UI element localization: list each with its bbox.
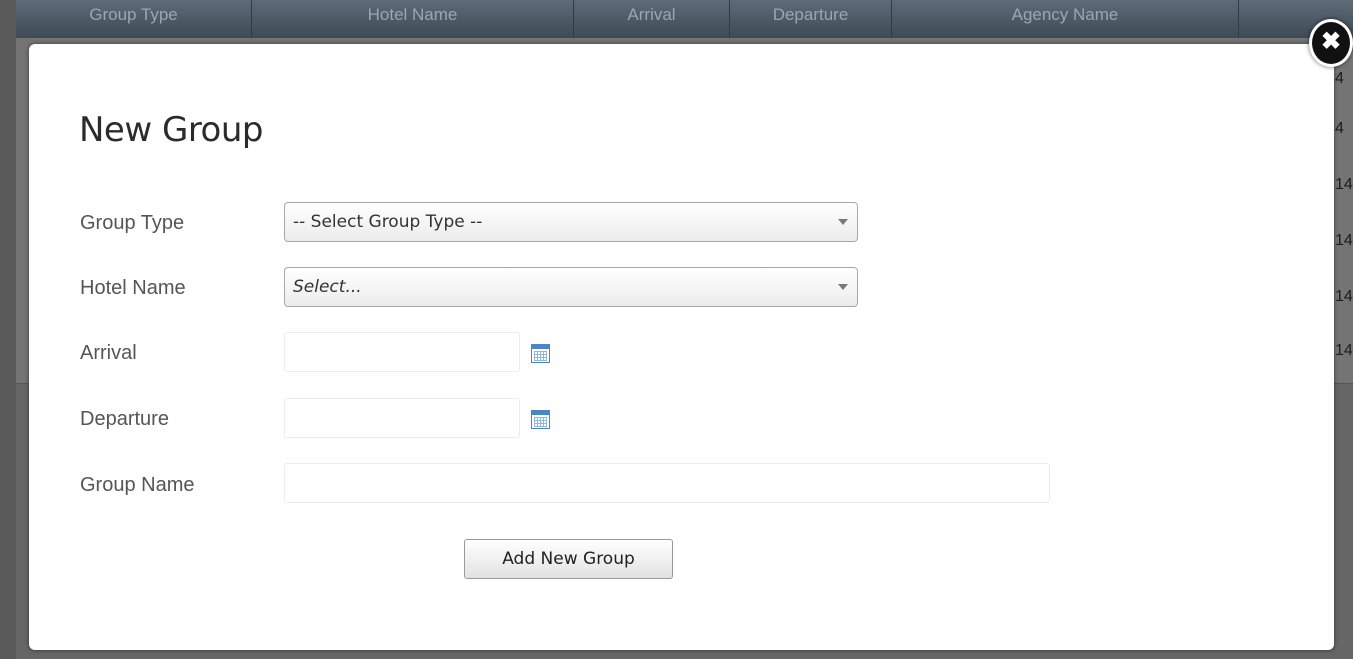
dialog-title: New Group <box>79 110 263 150</box>
arrival-date-input[interactable] <box>284 332 520 372</box>
group-name-input[interactable] <box>284 463 1050 503</box>
bg-row-fragment: 4 <box>1335 120 1344 137</box>
calendar-icon[interactable] <box>531 410 550 429</box>
add-new-group-button[interactable]: Add New Group <box>464 539 673 579</box>
bg-row-fragment: 14 <box>1335 342 1353 359</box>
group-type-select[interactable]: -- Select Group Type -- <box>284 202 858 242</box>
hotel-name-select[interactable]: Select... <box>284 267 858 307</box>
bg-header-arrival: Arrival <box>574 0 730 38</box>
departure-date-input[interactable] <box>284 398 520 438</box>
group-type-label: Group Type <box>80 212 185 234</box>
bg-row-fragment: 14 <box>1335 176 1353 193</box>
hotel-name-label: Hotel Name <box>80 277 186 299</box>
bg-row-fragment: 4 <box>1335 70 1344 87</box>
bg-header-agency-name: Agency Name <box>892 0 1239 38</box>
departure-label: Departure <box>80 408 169 430</box>
bg-header-departure: Departure <box>730 0 892 38</box>
bg-row-fragment: 14 <box>1335 288 1353 305</box>
group-type-selected-value: -- Select Group Type -- <box>293 212 483 232</box>
bg-header-hotel-name: Hotel Name <box>252 0 574 38</box>
hotel-name-selected-value: Select... <box>293 277 362 297</box>
chevron-down-icon <box>838 219 848 225</box>
arrival-label: Arrival <box>80 342 137 364</box>
bg-row-fragment: 14 <box>1335 232 1353 249</box>
chevron-down-icon <box>838 284 848 290</box>
close-icon[interactable]: ✖ <box>1309 19 1353 67</box>
background-grid-header: Group Type Hotel Name Arrival Departure … <box>16 0 1353 39</box>
calendar-icon[interactable] <box>531 344 550 363</box>
group-name-label: Group Name <box>80 474 195 496</box>
bg-header-group-type: Group Type <box>16 0 252 38</box>
new-group-dialog: New Group Group Type -- Select Group Typ… <box>29 44 1334 650</box>
